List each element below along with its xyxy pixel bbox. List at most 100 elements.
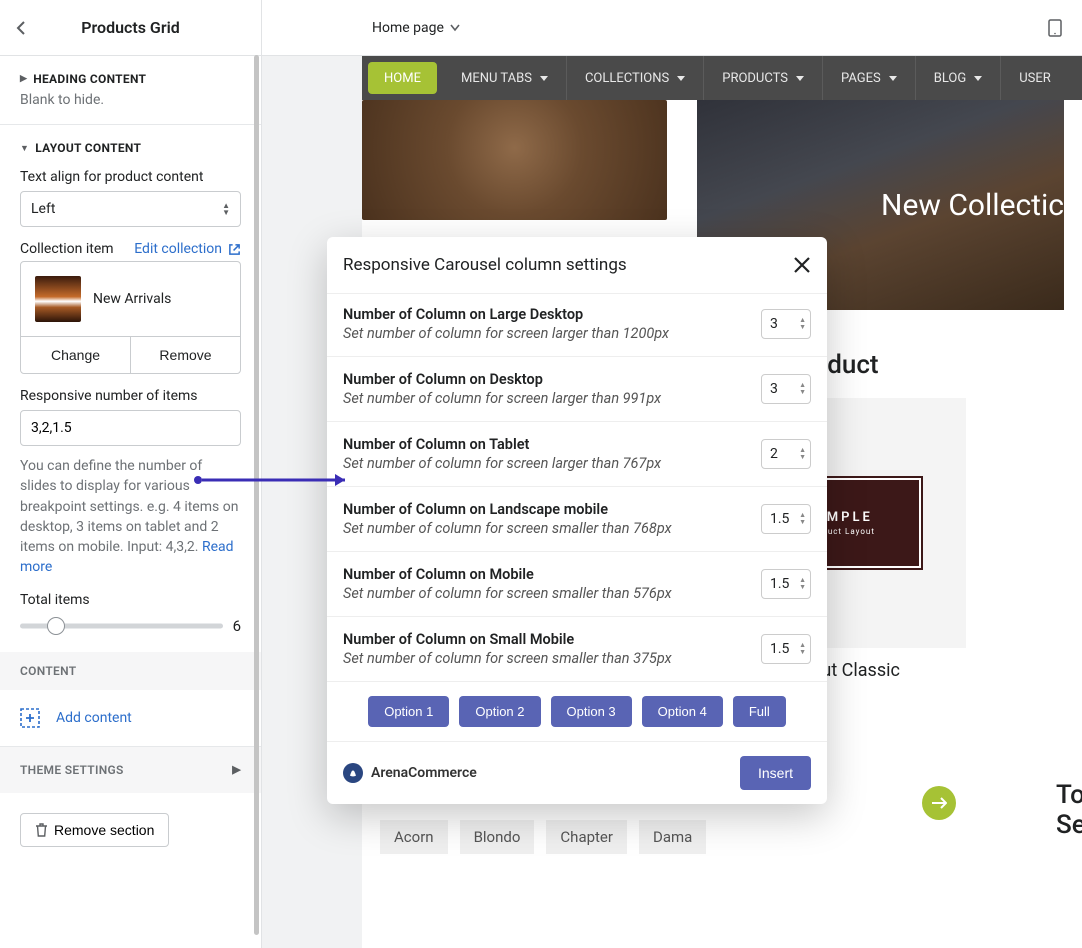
remove-button[interactable]: Remove <box>131 337 240 373</box>
column-count-input[interactable]: 3 ▲▼ <box>761 374 811 404</box>
remove-section-label: Remove section <box>54 822 154 838</box>
brand-chip[interactable]: Dama <box>639 820 706 854</box>
modal-brand[interactable]: ArenaCommerce <box>343 763 477 783</box>
hero-image-left <box>362 100 667 220</box>
modal-close-button[interactable] <box>793 256 811 274</box>
column-count-input[interactable]: 1.5 ▲▼ <box>761 634 811 664</box>
content-section-header: CONTENT <box>0 652 261 690</box>
nav-home[interactable]: HOME <box>368 62 437 94</box>
carousel-settings-modal: Responsive Carousel column settings Numb… <box>327 237 827 804</box>
chevron-right-icon: ▶ <box>232 763 241 776</box>
nav-blog[interactable]: BLOG <box>916 56 1002 100</box>
theme-settings-toggle[interactable]: THEME SETTINGS ▶ <box>0 747 261 793</box>
edit-collection-text: Edit collection <box>134 241 222 257</box>
setting-title: Number of Column on Small Mobile <box>343 631 749 648</box>
arrow-right-icon <box>931 797 947 809</box>
heading-content-toggle[interactable]: ▶ HEADING CONTENT <box>20 72 241 86</box>
option-button[interactable]: Option 2 <box>459 696 540 727</box>
column-count-input[interactable]: 1.5 ▲▼ <box>761 569 811 599</box>
modal-setting-row: Number of Column on Landscape mobile Set… <box>327 487 827 552</box>
select-stepper-icon: ▲▼ <box>222 202 230 216</box>
edit-collection-link[interactable]: Edit collection <box>134 241 241 257</box>
setting-title: Number of Column on Desktop <box>343 371 749 388</box>
collection-thumbnail <box>35 276 81 322</box>
carousel-next-fab[interactable] <box>922 786 956 820</box>
theme-settings-label: THEME SETTINGS <box>20 763 124 777</box>
nav-collections[interactable]: COLLECTIONS <box>567 56 704 100</box>
option-button[interactable]: Option 3 <box>551 696 632 727</box>
layout-content-toggle[interactable]: ▼ LAYOUT CONTENT <box>20 141 241 155</box>
number-stepper-icon: ▲▼ <box>799 317 806 331</box>
column-count-value: 1.5 <box>770 511 789 527</box>
responsive-items-input[interactable] <box>20 410 241 446</box>
collection-item-label: Collection item <box>20 241 114 257</box>
collection-item-box: New Arrivals Change Remove <box>20 261 241 374</box>
modal-setting-row: Number of Column on Small Mobile Set num… <box>327 617 827 682</box>
insert-button[interactable]: Insert <box>740 756 811 790</box>
product-section-title: Product <box>787 340 1082 398</box>
add-content-label: Add content <box>56 710 132 726</box>
chevron-down-icon <box>450 24 460 32</box>
settings-sidebar: Products Grid ▶ HEADING CONTENT Blank to… <box>0 0 262 948</box>
preview-header: Home page <box>262 0 1082 56</box>
tablet-icon <box>1048 19 1062 37</box>
setting-title: Number of Column on Mobile <box>343 566 749 583</box>
top-seller-title: Top Seller <box>1056 780 1082 854</box>
nav-products[interactable]: PRODUCTS <box>704 56 823 100</box>
modal-options-row: Option 1 Option 2 Option 3 Option 4 Full <box>327 682 827 741</box>
sidebar-scrollbar[interactable] <box>253 0 261 948</box>
modal-title: Responsive Carousel column settings <box>343 255 627 275</box>
responsive-help-text: You can define the number of slides to d… <box>20 456 241 578</box>
number-stepper-icon: ▲▼ <box>799 447 806 461</box>
nav-pages[interactable]: PAGES <box>823 56 916 100</box>
column-count-value: 1.5 <box>770 576 789 592</box>
back-button[interactable] <box>16 21 40 35</box>
text-align-select[interactable]: Left ▲▼ <box>20 191 241 227</box>
text-align-value: Left <box>31 201 55 217</box>
column-count-input[interactable]: 2 ▲▼ <box>761 439 811 469</box>
column-count-input[interactable]: 3 ▲▼ <box>761 309 811 339</box>
setting-subtitle: Set number of column for screen larger t… <box>343 390 749 407</box>
heading-content-label: HEADING CONTENT <box>33 72 146 86</box>
triangle-down-icon: ▼ <box>20 143 29 154</box>
setting-subtitle: Set number of column for screen larger t… <box>343 325 749 342</box>
column-count-input[interactable]: 1.5 ▲▼ <box>761 504 811 534</box>
modal-setting-row: Number of Column on Tablet Set number of… <box>327 422 827 487</box>
setting-title: Number of Column on Large Desktop <box>343 306 749 323</box>
brand-chip[interactable]: Blondo <box>460 820 535 854</box>
external-link-icon <box>228 243 241 256</box>
page-name: Home page <box>372 20 444 36</box>
brand-chip[interactable]: Chapter <box>546 820 627 854</box>
trash-icon <box>35 823 48 837</box>
setting-subtitle: Set number of column for screen smaller … <box>343 520 749 537</box>
sidebar-header: Products Grid <box>0 0 261 56</box>
change-button[interactable]: Change <box>21 337 131 373</box>
nav-menu-tabs[interactable]: MENU TABS <box>443 56 567 100</box>
brand-chip[interactable]: Acorn <box>380 820 448 854</box>
setting-subtitle: Set number of column for screen smaller … <box>343 585 749 602</box>
option-button[interactable]: Option 1 <box>368 696 449 727</box>
modal-setting-row: Number of Column on Large Desktop Set nu… <box>327 294 827 357</box>
total-items-value: 6 <box>233 617 241 635</box>
option-button[interactable]: Option 4 <box>642 696 723 727</box>
modal-setting-row: Number of Column on Desktop Set number o… <box>327 357 827 422</box>
chevron-left-icon <box>16 21 26 35</box>
number-stepper-icon: ▲▼ <box>799 512 806 526</box>
hero-text: New Collectic <box>881 188 1064 223</box>
nav-user[interactable]: USER <box>1001 56 1069 100</box>
sidebar-body: ▶ HEADING CONTENT Blank to hide. ▼ LAYOU… <box>0 56 261 948</box>
add-content-button[interactable]: Add content <box>0 690 261 747</box>
option-button[interactable]: Full <box>733 696 786 727</box>
column-count-value: 1.5 <box>770 641 789 657</box>
setting-title: Number of Column on Landscape mobile <box>343 501 749 518</box>
sidebar-title: Products Grid <box>40 18 221 37</box>
total-items-slider[interactable] <box>20 616 223 636</box>
column-count-value: 2 <box>770 446 778 462</box>
page-selector[interactable]: Home page <box>372 20 460 36</box>
column-count-value: 3 <box>770 381 778 397</box>
setting-title: Number of Column on Tablet <box>343 436 749 453</box>
remove-section-button[interactable]: Remove section <box>20 813 169 847</box>
heading-content-hint: Blank to hide. <box>20 92 241 108</box>
device-toggle[interactable] <box>1048 19 1062 37</box>
close-icon <box>793 256 811 274</box>
